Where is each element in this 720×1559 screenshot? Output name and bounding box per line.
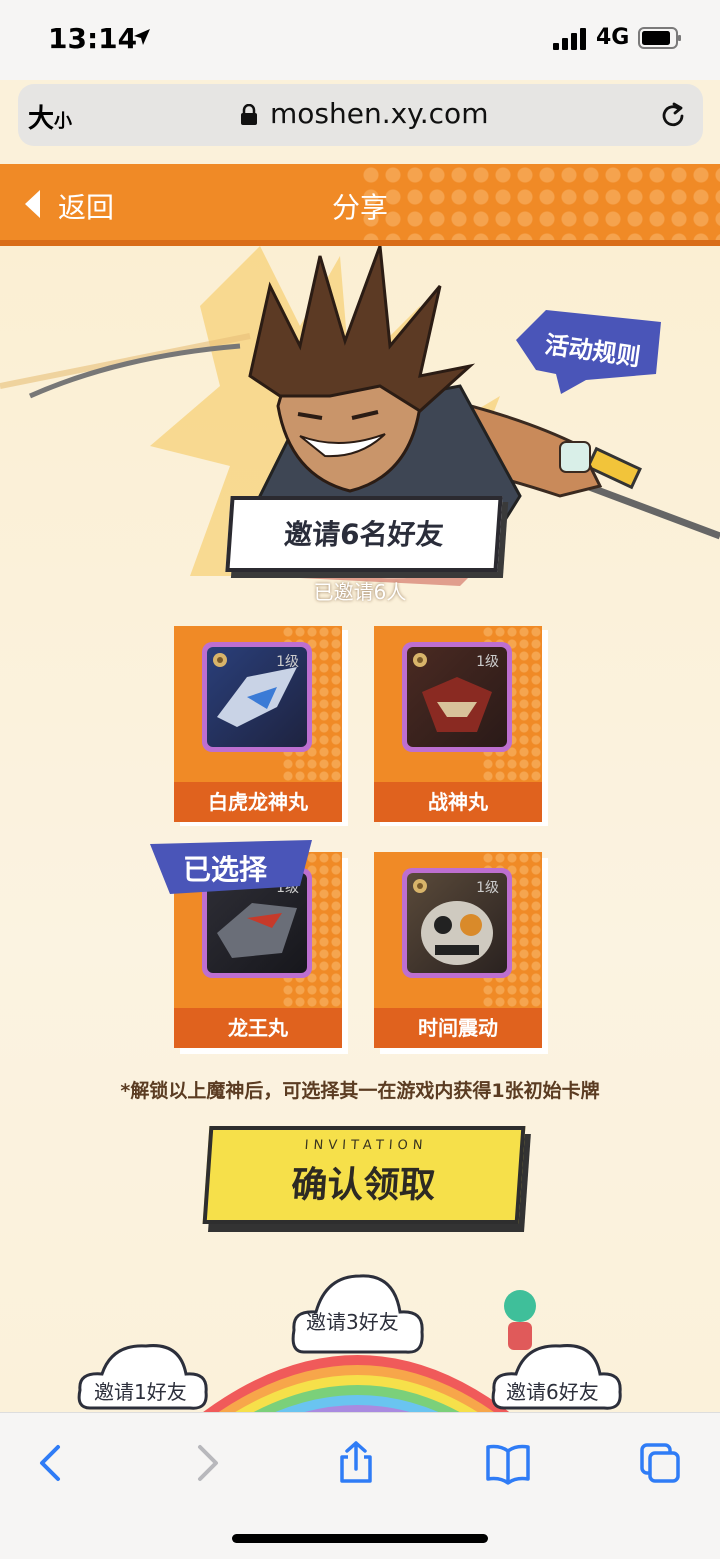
- card-name: 白虎龙神丸: [174, 782, 342, 822]
- card-level: 1级: [476, 880, 499, 896]
- card-name: 战神丸: [374, 782, 542, 822]
- lock-icon: [241, 104, 257, 125]
- card-name: 龙王丸: [174, 1008, 342, 1048]
- card-level: 1级: [276, 654, 299, 670]
- selected-badge: 已选择: [183, 853, 268, 886]
- confirm-label: 确认领取: [289, 1165, 437, 1206]
- status-bar: 13:14 4G: [0, 0, 720, 80]
- page-title: 分享: [331, 191, 388, 224]
- bookmarks-icon[interactable]: [486, 1441, 530, 1485]
- gear-icon: [413, 653, 427, 667]
- home-indicator: [232, 1534, 488, 1543]
- network-type: 4G: [596, 25, 630, 50]
- card-portrait: 1级: [202, 642, 312, 752]
- invited-count: 已邀请6人: [313, 580, 407, 604]
- reload-icon[interactable]: [658, 100, 688, 130]
- text-size-small: 小: [54, 111, 73, 132]
- card-portrait: 1级: [402, 868, 512, 978]
- signal-icon: [553, 28, 586, 50]
- confirm-sub-label: INVITATION: [304, 1138, 429, 1153]
- app-header: 返回 分享: [0, 164, 720, 244]
- reward-card-zhanshen[interactable]: 1级 战神丸: [374, 626, 542, 822]
- text-size-big: 大: [28, 104, 55, 134]
- milestone-6-label: 邀请6好友: [506, 1380, 599, 1404]
- reward-card-baihu[interactable]: 1级 白虎龙神丸: [174, 626, 342, 822]
- milestone-3-label: 邀请3好友: [306, 1310, 399, 1334]
- tabs-icon[interactable]: [638, 1441, 682, 1485]
- milestone-1-label: 邀请1好友: [94, 1380, 187, 1404]
- forward-icon[interactable]: [184, 1441, 228, 1485]
- share-icon[interactable]: [334, 1441, 378, 1485]
- gear-icon: [213, 653, 227, 667]
- status-time: 13:14: [48, 22, 138, 55]
- unlock-note: *解锁以上魔神后，可选择其一在游戏内获得1张初始卡牌: [120, 1080, 600, 1102]
- card-level: 1级: [476, 654, 499, 670]
- invite-title: 邀请6名好友: [283, 518, 445, 551]
- back-icon[interactable]: [30, 1441, 74, 1485]
- invite-title-card: 邀请6名好友: [225, 496, 503, 572]
- card-portrait: 1级: [402, 642, 512, 752]
- text-size-button[interactable]: 大小: [28, 98, 72, 135]
- confirm-claim-button[interactable]: INVITATION 确认领取: [202, 1126, 526, 1224]
- battery-icon: [638, 27, 681, 49]
- gear-icon: [413, 879, 427, 893]
- content-area: 活动规则 邀请6名好友 已邀请6人 1级 白虎龙神丸 1级 战神丸 1级 龙王丸…: [0, 246, 720, 1412]
- location-arrow-icon: [134, 29, 150, 45]
- url-text[interactable]: moshen.xy.com: [270, 97, 488, 130]
- card-name: 时间震动: [374, 1008, 542, 1048]
- reward-card-shijian[interactable]: 1级 时间震动: [374, 852, 542, 1048]
- address-bar[interactable]: 大小 moshen.xy.com: [18, 84, 703, 146]
